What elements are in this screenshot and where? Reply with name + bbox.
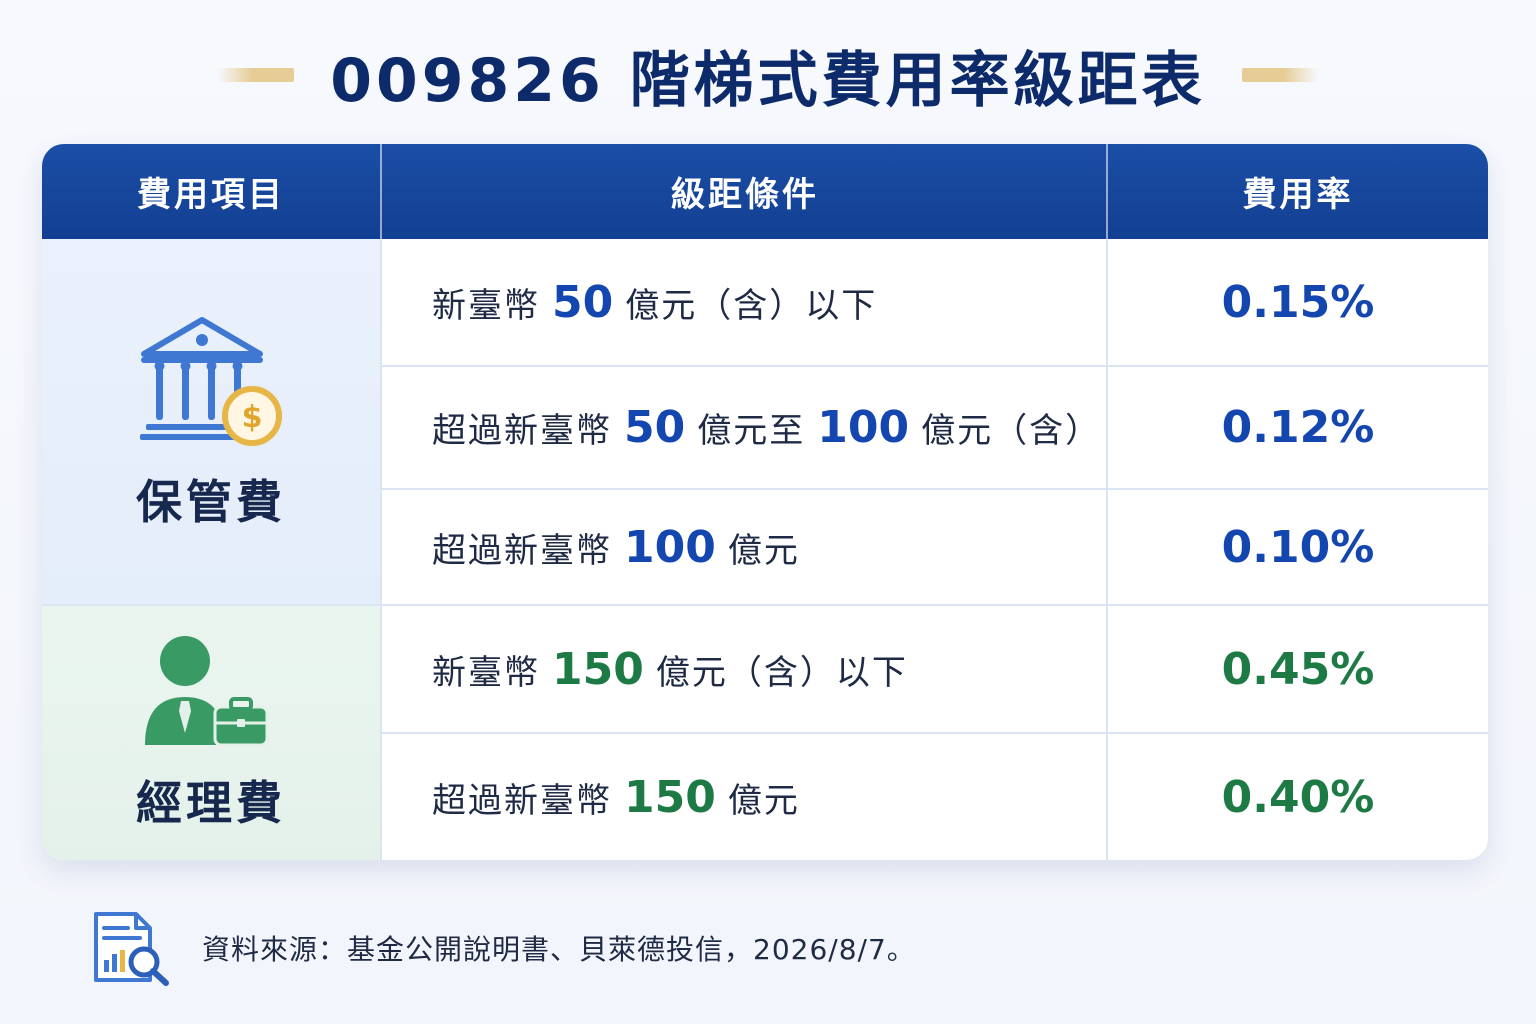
report-search-icon: [94, 912, 169, 986]
threshold-number: 50: [552, 276, 614, 328]
source-footer: 資料來源：基金公開說明書、貝萊德投信，2026/8/7。: [90, 908, 916, 988]
page-title: 009826 階梯式費用率級距表: [330, 45, 1206, 116]
condition-suffix: 億元（含）: [921, 411, 1102, 451]
condition-cell: 超過新臺幣 100 億元: [432, 490, 1122, 604]
fee-rate: 0.15%: [1221, 276, 1375, 328]
svg-text:$: $: [242, 400, 263, 435]
manager-briefcase-icon: [145, 635, 269, 746]
threshold-number: 150: [552, 643, 644, 695]
fee-rate: 0.40%: [1221, 771, 1375, 823]
column-divider: [380, 239, 382, 860]
condition-cell: 新臺幣 150 億元（含）以下: [432, 606, 1122, 732]
condition-prefix: 新臺幣: [432, 285, 540, 326]
source-text: 資料來源：基金公開說明書、貝萊德投信，2026/8/7。: [202, 933, 916, 966]
category-label: 保管費: [136, 474, 286, 529]
title-decoration-right: [1241, 68, 1318, 82]
condition-prefix: 超過新臺幣: [432, 530, 612, 571]
condition-prefix: 超過新臺幣: [432, 411, 612, 451]
condition-prefix: 超過新臺幣: [432, 780, 612, 821]
fee-rate: 0.10%: [1221, 521, 1375, 573]
fee-rate: 0.45%: [1221, 643, 1375, 695]
threshold-number: 150: [624, 771, 716, 823]
condition-text: 億元至: [697, 411, 806, 451]
category-label: 經理費: [136, 775, 286, 830]
category-management-fee: 經理費: [42, 605, 380, 860]
condition-text: 億元: [727, 530, 800, 571]
title-decoration-left: [218, 68, 295, 82]
fee-table: 費用項目 級距條件 費用率 $ 保管費 經理費 新臺幣 50 億元（含）以下 0…: [42, 144, 1488, 860]
condition-prefix: 新臺幣: [432, 652, 540, 693]
condition-cell: 新臺幣 50 億元（含）以下: [432, 239, 1122, 365]
category-custody-fee: $ 保管費: [42, 239, 380, 604]
fee-rate: 0.12%: [1221, 402, 1375, 453]
condition-text: 億元（含）以下: [655, 652, 908, 693]
condition-text: 億元（含）以下: [625, 285, 878, 326]
condition-text: 億元: [727, 780, 800, 821]
threshold-number: 50: [624, 402, 686, 453]
threshold-number: 100: [817, 402, 910, 453]
header-condition: 級距條件: [671, 175, 819, 215]
table-header: 費用項目 級距條件 費用率: [42, 144, 1488, 239]
condition-cell: 超過新臺幣 150 億元: [432, 734, 1122, 860]
bank-dollar-icon: $: [140, 316, 282, 446]
header-fee-item: 費用項目: [137, 175, 285, 215]
title-area: 009826 階梯式費用率級距表: [0, 30, 1536, 120]
header-fee-rate: 費用率: [1242, 175, 1354, 215]
condition-cell: 超過新臺幣 50 億元至 100 億元（含）: [432, 367, 1122, 488]
threshold-number: 100: [624, 521, 716, 573]
